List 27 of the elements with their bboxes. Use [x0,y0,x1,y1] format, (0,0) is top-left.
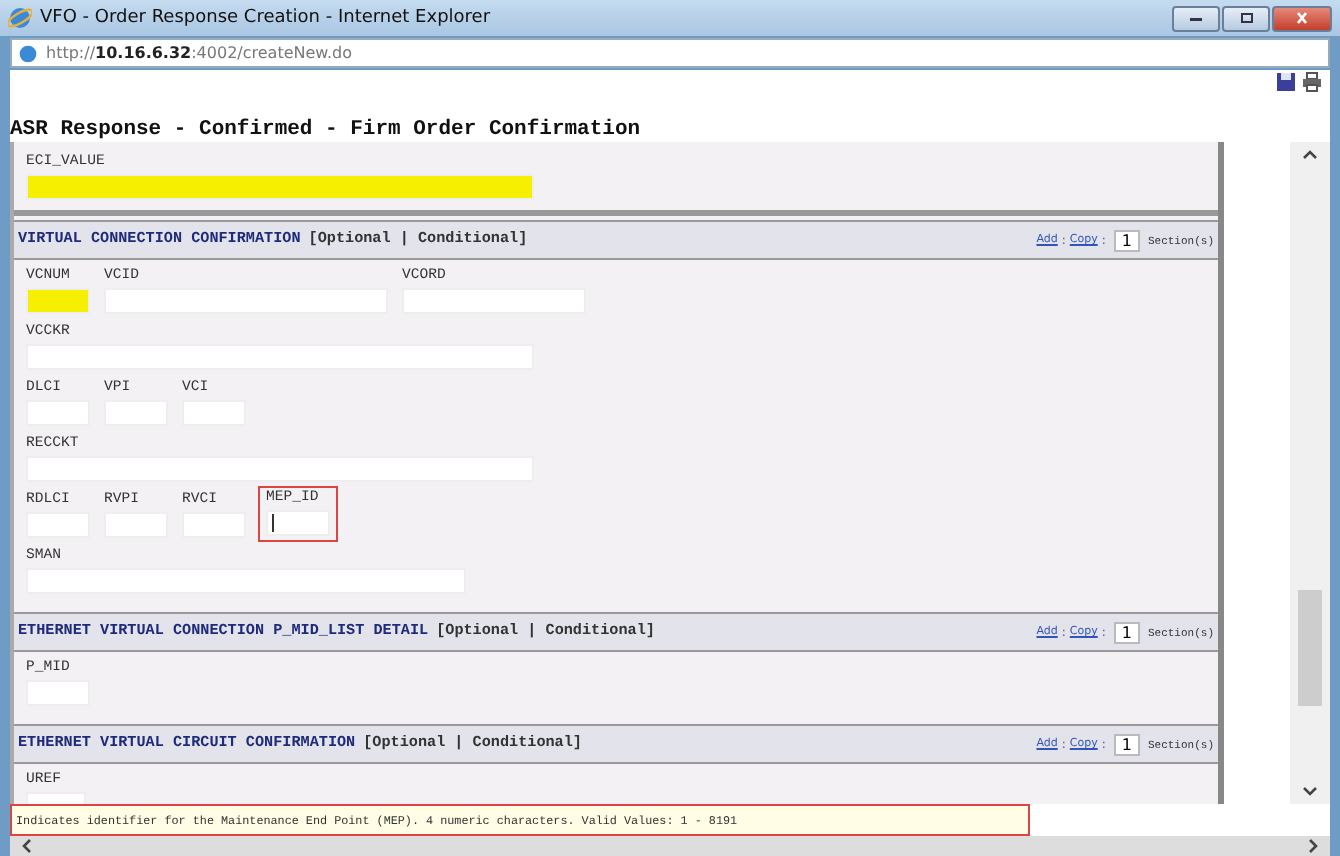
scrollbar-thumb[interactable] [1298,590,1322,706]
address-field[interactable]: http://10.16.6.32:4002/createNew.do [10,38,1330,68]
maximize-button[interactable] [1222,5,1270,31]
browser-logo-icon [8,6,32,30]
horizontal-scrollbar[interactable] [10,836,1330,856]
minimize-icon [1186,12,1206,24]
scroll-down-icon[interactable] [1302,786,1318,796]
section-count-field[interactable]: 1 [1113,733,1140,755]
text-field[interactable] [26,288,90,314]
text-field[interactable] [266,510,330,536]
close-icon [1292,12,1312,24]
scroll-up-icon[interactable] [1302,150,1318,160]
close-button[interactable] [1272,5,1332,31]
page-icon [18,43,38,63]
vertical-scrollbar[interactable] [1290,142,1330,804]
minimize-button[interactable] [1172,5,1220,31]
window-title: VFO - Order Response Creation - Internet Explorer [40,8,491,28]
section-count-field[interactable]: 1 [1113,229,1140,251]
print-icon[interactable] [1302,72,1322,92]
scroll-left-icon[interactable] [22,838,32,854]
scroll-right-icon[interactable] [1308,838,1318,854]
maximize-icon [1236,12,1256,24]
page-heading: ASR Response - Confirmed - Firm Order Confirmation [10,116,643,142]
save-icon[interactable] [1276,72,1296,92]
text-field[interactable] [26,174,534,200]
text-cursor [272,514,274,532]
section-count-field[interactable]: 1 [1113,621,1140,643]
